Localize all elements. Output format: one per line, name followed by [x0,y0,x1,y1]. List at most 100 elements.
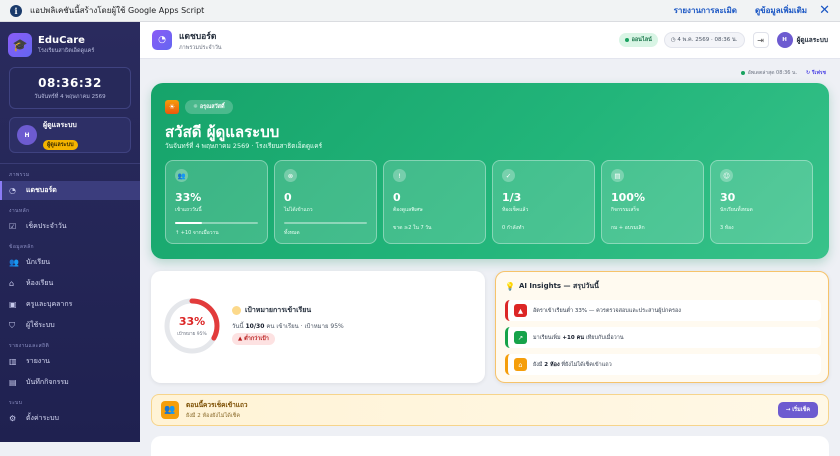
attendance-title: เป้าหมายการเข้าเรียน [232,305,311,316]
settings-icon: ⚙ [9,414,17,423]
logout-icon: ⇥ [757,35,764,45]
nav-group-label: ข้อมูลหลัก [9,244,34,250]
kpi-value: 30 [720,191,736,204]
kpi-value: 0 [393,191,401,204]
ai-insights-title: 💡 AI Insights — สรุปวันนี้ [505,281,599,292]
kpi-footer: กม + อบรมเลิก [611,225,645,231]
sidebar-item-classrooms[interactable]: ⌂ ห้องเรียน [0,274,140,293]
kpi-progress-fill [175,222,203,224]
log-icon: ▤ [9,378,17,387]
callout-subtitle: ยังมี 2 ห้องยังไม่ได้เช็ค [186,413,241,419]
last-updated-text: อัพเดตล่าสุด 08:36 น. [747,70,798,76]
logout-button[interactable]: ⇥ [752,32,769,48]
kpi-label: ห้องเช็คแล้ว [502,207,529,213]
learn-more-link[interactable]: ดูข้อมูลเพิ่มเติม [755,4,807,17]
sun-icon: ☼ [193,104,200,110]
user-name: ผู้ดูแลระบบ [796,36,828,44]
attendance-ring: 33% เป้าหมาย 95% [163,297,221,355]
kpi-value: 100% [611,191,645,204]
kpi-activities[interactable]: ▤ 100% กิจกรรมเสร็จ กม + อบรมเลิก [601,160,704,244]
sidebar-item-students[interactable]: 👥 นักเรียน [0,253,140,272]
user-card[interactable]: H ผู้ดูแลระบบ ผู้ดูแลระบบ [9,117,131,153]
user-name: ผู้ดูแลระบบ [43,121,77,129]
report-abuse-link[interactable]: รายงานการละเมิด [674,4,737,17]
people-icon: 👥 [161,401,179,419]
insight-item: ↗ มาเรียนเพิ่ม +10 คน เทียบกับเมื่อวาน [505,327,821,348]
kpi-absent[interactable]: ⊗ 0 ไม่ได้เข้าแถว ทั้งหมด [274,160,377,244]
below-target-badge: ▲ ต่ำกว่าเป้า [232,333,275,345]
page-subtitle: ภาพรวมประจำวัน [179,44,222,51]
main-content: ◔ แดชบอร์ด ภาพรวมประจำวัน ออนไลน์ ◷ 4 พ.… [140,22,840,456]
shield-icon: ⛉ [9,320,15,330]
start-check-button[interactable]: → เริ่มเช็ค [777,402,818,418]
sidebar-item-dashboard[interactable]: ◔ แดชบอร์ด [0,181,140,200]
sidebar-item-staff[interactable]: ▣ ครูและบุคลากร [0,295,140,314]
clipboard-icon: ▤ [611,169,624,182]
insight-text: ยังมี [533,361,543,368]
insight-item: ▲ อัตราเข้าเรียนต่ำ 33% — ควรตรวจสอบและป… [505,300,821,321]
people-icon: 👥 [175,169,188,182]
alert-icon: ! [393,169,406,182]
report-icon: ▥ [9,357,17,366]
brand-name: EduCare [38,35,85,46]
topbar-user[interactable]: H ผู้ดูแลระบบ [776,32,828,48]
kpi-footer: ↑ +10 จากเมื่อวาน [175,229,219,236]
kpi-attendance[interactable]: 👥 33% เข้าแถววันนี้ ↑ +10 จากเมื่อวาน [165,160,268,244]
detail-suffix: คน เข้าเรียน · เป้าหมาย 95% [266,323,344,330]
apps-script-banner: i แอปพลิเคชันนี้สร้างโดยผู้ใช้ Google Ap… [0,0,840,22]
check-icon: ✓ [502,169,515,182]
status-text: ออนไลน์ [631,37,652,43]
target-icon [232,306,241,315]
date-text: 4 พ.ค. 2569 · 08:36 น. [677,37,738,43]
kpi-value: 0 [284,191,292,204]
sidebar-item-reports[interactable]: ▥ รายงาน [0,352,140,371]
insight-highlight: +10 คน [562,334,585,341]
kpi-label: นักเรียนทั้งหมด [720,207,753,213]
next-card [151,436,829,456]
kpi-footer: 3 ห้อง [720,225,734,231]
kpi-footer: ขาด ≥2 ใน 7 วัน [393,225,432,231]
trend-up-icon: ↗ [514,331,527,344]
insight-text: มาเรียนเพิ่ม [533,334,561,341]
warning-icon: ▲ [514,304,527,317]
sidebar-item-activity-log[interactable]: ▤ บันทึกกิจกรรม [0,373,140,392]
kpi-value: 33% [175,191,202,204]
nav-group-label: ระบบ [9,400,23,406]
kpi-special-care[interactable]: ! 0 ต้องดูแลพิเศษ ขาด ≥2 ใน 7 วัน [383,160,486,244]
brand: 🎓 EduCare โรงเรียนสาธิตเอ็ดดูแคร์ [0,22,140,57]
hero-card: ☀ ☼ อรุณสวัสดิ์ สวัสดี ผู้ดูแลระบบ วันจั… [151,83,829,259]
date-badge: ◷ 4 พ.ค. 2569 · 08:36 น. [663,32,745,48]
greeting-tag-label: อรุณสวัสดิ์ [199,104,225,110]
online-status-badge: ออนไลน์ [618,33,658,47]
insight-highlight: 2 ห้อง [544,361,560,368]
insight-text: เทียบกับเมื่อวาน [585,334,624,341]
kpi-total-students[interactable]: ☺ 30 นักเรียนทั้งหมด 3 ห้อง [710,160,813,244]
sunrise-icon: ☀ [165,100,179,114]
clock-date: วันจันทร์ที่ 4 พฤษภาคม 2569 [34,94,106,100]
kpi-progress [284,222,367,224]
close-icon[interactable]: ✕ [819,3,830,18]
sidebar-item-label: ห้องเรียน [26,279,54,287]
kpi-footer: 0 กำลังทำ [502,225,525,231]
sidebar-item-users[interactable]: ⛉ ผู้ใช้ระบบ [0,316,140,335]
refresh-label: รีเฟรช [811,70,826,76]
insight-item: ⌂ ยังมี 2 ห้อง ที่ยังไม่ได้เช็คเข้าแถว [505,354,821,375]
refresh-button[interactable]: ↻ รีเฟรช [806,69,826,77]
kpi-label: ต้องดูแลพิเศษ [393,207,423,213]
kpi-rooms-checked[interactable]: ✓ 1/3 ห้องเช็คแล้ว 0 กำลังทำ [492,160,595,244]
staff-icon: ▣ [9,300,17,309]
avatar: H [776,32,793,48]
insight-text: ที่ยังไม่ได้เช็คเข้าแถว [561,361,612,368]
nav-group-label: รายงานและสถิติ [9,343,50,349]
sidebar-item-label: นักเรียน [26,258,51,266]
page-title: แดชบอร์ด [179,31,217,42]
sidebar-item-settings[interactable]: ⚙ ตั้งค่าระบบ [0,409,140,428]
classroom-icon: ⌂ [9,279,15,288]
ai-insights-title-text: AI Insights — สรุปวันนี้ [518,282,599,290]
sidebar-item-daily-check[interactable]: ☑ เช็คประจำวัน [0,217,140,236]
avatar: H [17,125,37,145]
clock-time: 08:36:32 [38,76,102,90]
dashboard-icon: ◔ [152,30,172,50]
role-badge: ผู้ดูแลระบบ [43,140,78,150]
lightbulb-icon: 💡 [505,282,515,291]
